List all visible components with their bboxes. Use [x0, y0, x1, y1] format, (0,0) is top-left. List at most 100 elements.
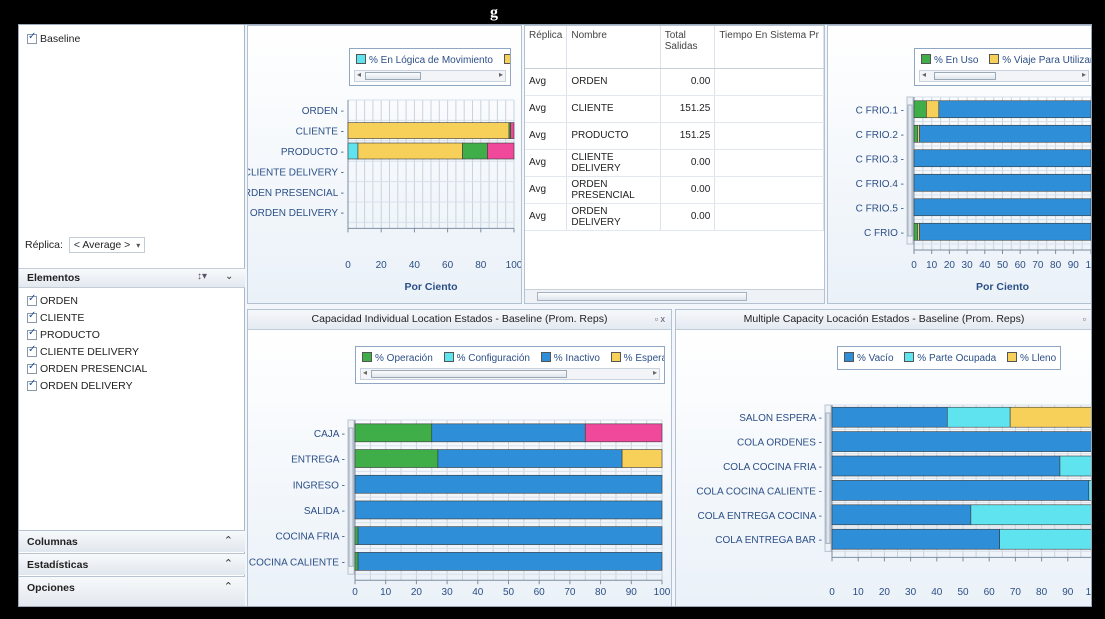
element-checkbox[interactable] — [27, 378, 37, 392]
multi-capacity-panel: Multiple Capacity Locación Estados - Bas… — [675, 309, 1092, 607]
bar-segment — [913, 222, 918, 241]
resource-chart-panel: % En Uso % Viaje Para Utilizar ◂ ▸ C FRIO… — [827, 25, 1091, 304]
cell-name: PRODUCTO — [566, 122, 661, 150]
tick-label: 80 — [595, 587, 607, 598]
element-checkbox[interactable] — [27, 361, 37, 375]
element-item[interactable]: ORDEN DELIVERY — [27, 378, 133, 392]
category-label: C FRIO - — [864, 228, 904, 239]
tick-label: 100 — [506, 260, 522, 271]
bar-segment — [913, 100, 927, 119]
bar-segment — [913, 198, 1091, 217]
table-row[interactable]: Avg PRODUCTO 151.25 — [525, 122, 824, 150]
tick-label: 60 — [442, 260, 454, 271]
category-label: ENTREGA - — [291, 455, 345, 466]
tick-label: 30 — [962, 260, 974, 271]
bar-segment — [913, 124, 918, 143]
tick-label: 10 — [926, 260, 938, 271]
bar-segment — [831, 431, 1091, 452]
bar-segment — [354, 474, 663, 494]
tick-label: 70 — [1032, 260, 1044, 271]
scroll-thumb — [825, 412, 831, 544]
bar-segment — [462, 142, 488, 160]
tick-label: 30 — [442, 587, 454, 598]
section-columnas[interactable]: Columnas ⌃ — [19, 530, 245, 552]
section-opciones[interactable]: Opciones ⌃ — [19, 576, 245, 606]
element-checkbox[interactable] — [27, 293, 37, 307]
element-item[interactable]: CLIENTE — [27, 310, 85, 324]
element-checkbox[interactable] — [27, 344, 37, 358]
replica-dropdown[interactable]: < Average > ▾ — [68, 237, 146, 253]
column-header[interactable]: Total Salidas — [660, 26, 716, 69]
results-table-panel: Réplica Nombre Total Salidas Tiempo En S… — [524, 25, 825, 304]
bar-segment — [354, 449, 439, 468]
category-label: C FRIO.1 - — [856, 105, 904, 116]
tick-label: 10 — [380, 587, 392, 598]
element-label: CLIENTE — [40, 312, 85, 324]
cell-time — [714, 95, 824, 123]
table-horizontal-scrollbar[interactable] — [525, 289, 824, 303]
table-row[interactable]: Avg ORDEN 0.00 — [525, 68, 824, 96]
bar-segment — [621, 449, 663, 468]
bar-segment — [354, 526, 359, 545]
bar-segment — [831, 455, 1061, 477]
scenario-checkbox[interactable] — [27, 31, 37, 45]
table-row[interactable]: Avg ORDEN DELIVERY 0.00 — [525, 203, 824, 231]
x-axis-label: Por Ciento — [936, 605, 989, 607]
category-label: INGRESO - — [293, 480, 345, 491]
column-header[interactable]: Nombre — [566, 26, 661, 69]
bar-segment — [510, 122, 515, 139]
bar-segment — [938, 100, 1091, 119]
sort-icon[interactable]: ↕▾ — [197, 271, 207, 282]
cell-name: ORDEN — [566, 68, 661, 96]
element-checkbox[interactable] — [27, 327, 37, 341]
results-table: Réplica Nombre Total Salidas Tiempo En S… — [525, 26, 824, 231]
bar-segment — [354, 500, 663, 520]
element-item[interactable]: ORDEN PRESENCIAL — [27, 361, 147, 375]
element-item[interactable]: CLIENTE DELIVERY — [27, 344, 139, 358]
category-label: CLIENTE - — [296, 127, 344, 138]
tick-label: 0 — [352, 587, 358, 598]
tick-label: 20 — [879, 587, 891, 598]
column-header[interactable]: Réplica — [525, 26, 568, 69]
replica-value: < Average > — [73, 239, 131, 251]
category-label: COLA ENTREGA COCINA - — [698, 511, 822, 522]
cell-total: 0.00 — [660, 68, 716, 96]
table-row[interactable]: Avg ORDEN PRESENCIAL 0.00 — [525, 176, 824, 204]
section-label: Opciones — [27, 582, 75, 594]
tick-label: 100 — [1086, 587, 1092, 598]
element-checkbox[interactable] — [27, 310, 37, 324]
collapse-chevron-icon[interactable]: ⌄ — [225, 271, 233, 282]
chevron-up-icon: ⌃ — [223, 535, 233, 547]
element-item[interactable]: PRODUCTO — [27, 327, 100, 341]
tick-label: 40 — [979, 260, 991, 271]
scroll-thumb[interactable] — [537, 292, 747, 301]
tick-label: 90 — [1068, 260, 1080, 271]
cell-total: 0.00 — [660, 176, 716, 204]
bar-segment — [357, 142, 463, 160]
element-label: ORDEN — [40, 295, 78, 307]
category-label: CAJA - — [314, 429, 345, 440]
category-label: COCINA FRIA - — [276, 532, 345, 543]
section-label: Columnas — [27, 536, 78, 548]
app-window: Baseline Réplica: < Average > ▾ Elementos… — [18, 24, 1092, 607]
element-item[interactable]: ORDEN — [27, 293, 78, 307]
bar-segment — [913, 173, 1091, 192]
bar-segment — [1059, 455, 1091, 477]
category-label: SALIDA - — [304, 506, 345, 517]
chevron-down-icon: ▾ — [136, 241, 141, 250]
tick-label: 80 — [1036, 587, 1048, 598]
bar-segment — [354, 552, 359, 571]
bar-segment — [970, 504, 1091, 526]
table-row[interactable]: Avg CLIENTE DELIVERY 0.00 — [525, 149, 824, 177]
scenario-baseline[interactable]: Baseline — [27, 31, 80, 45]
section-estadisticas[interactable]: Estadísticas ⌃ — [19, 553, 245, 575]
sidebar: Baseline Réplica: < Average > ▾ Elementos… — [19, 25, 245, 606]
table-row[interactable]: Avg CLIENTE 151.25 — [525, 95, 824, 123]
cell-time — [714, 68, 824, 96]
cell-replica: Avg — [525, 95, 568, 123]
bar-segment — [913, 149, 1091, 168]
category-label: COLA COCINA CALIENTE - — [696, 486, 822, 497]
column-header[interactable]: Tiempo En Sistema Pr — [714, 26, 824, 69]
cell-total: 0.00 — [660, 149, 716, 177]
resource-bar-chart: C FRIO.1 - C FRIO.2 - C FRIO.3 - C FRIO.4 -… — [856, 96, 1091, 293]
